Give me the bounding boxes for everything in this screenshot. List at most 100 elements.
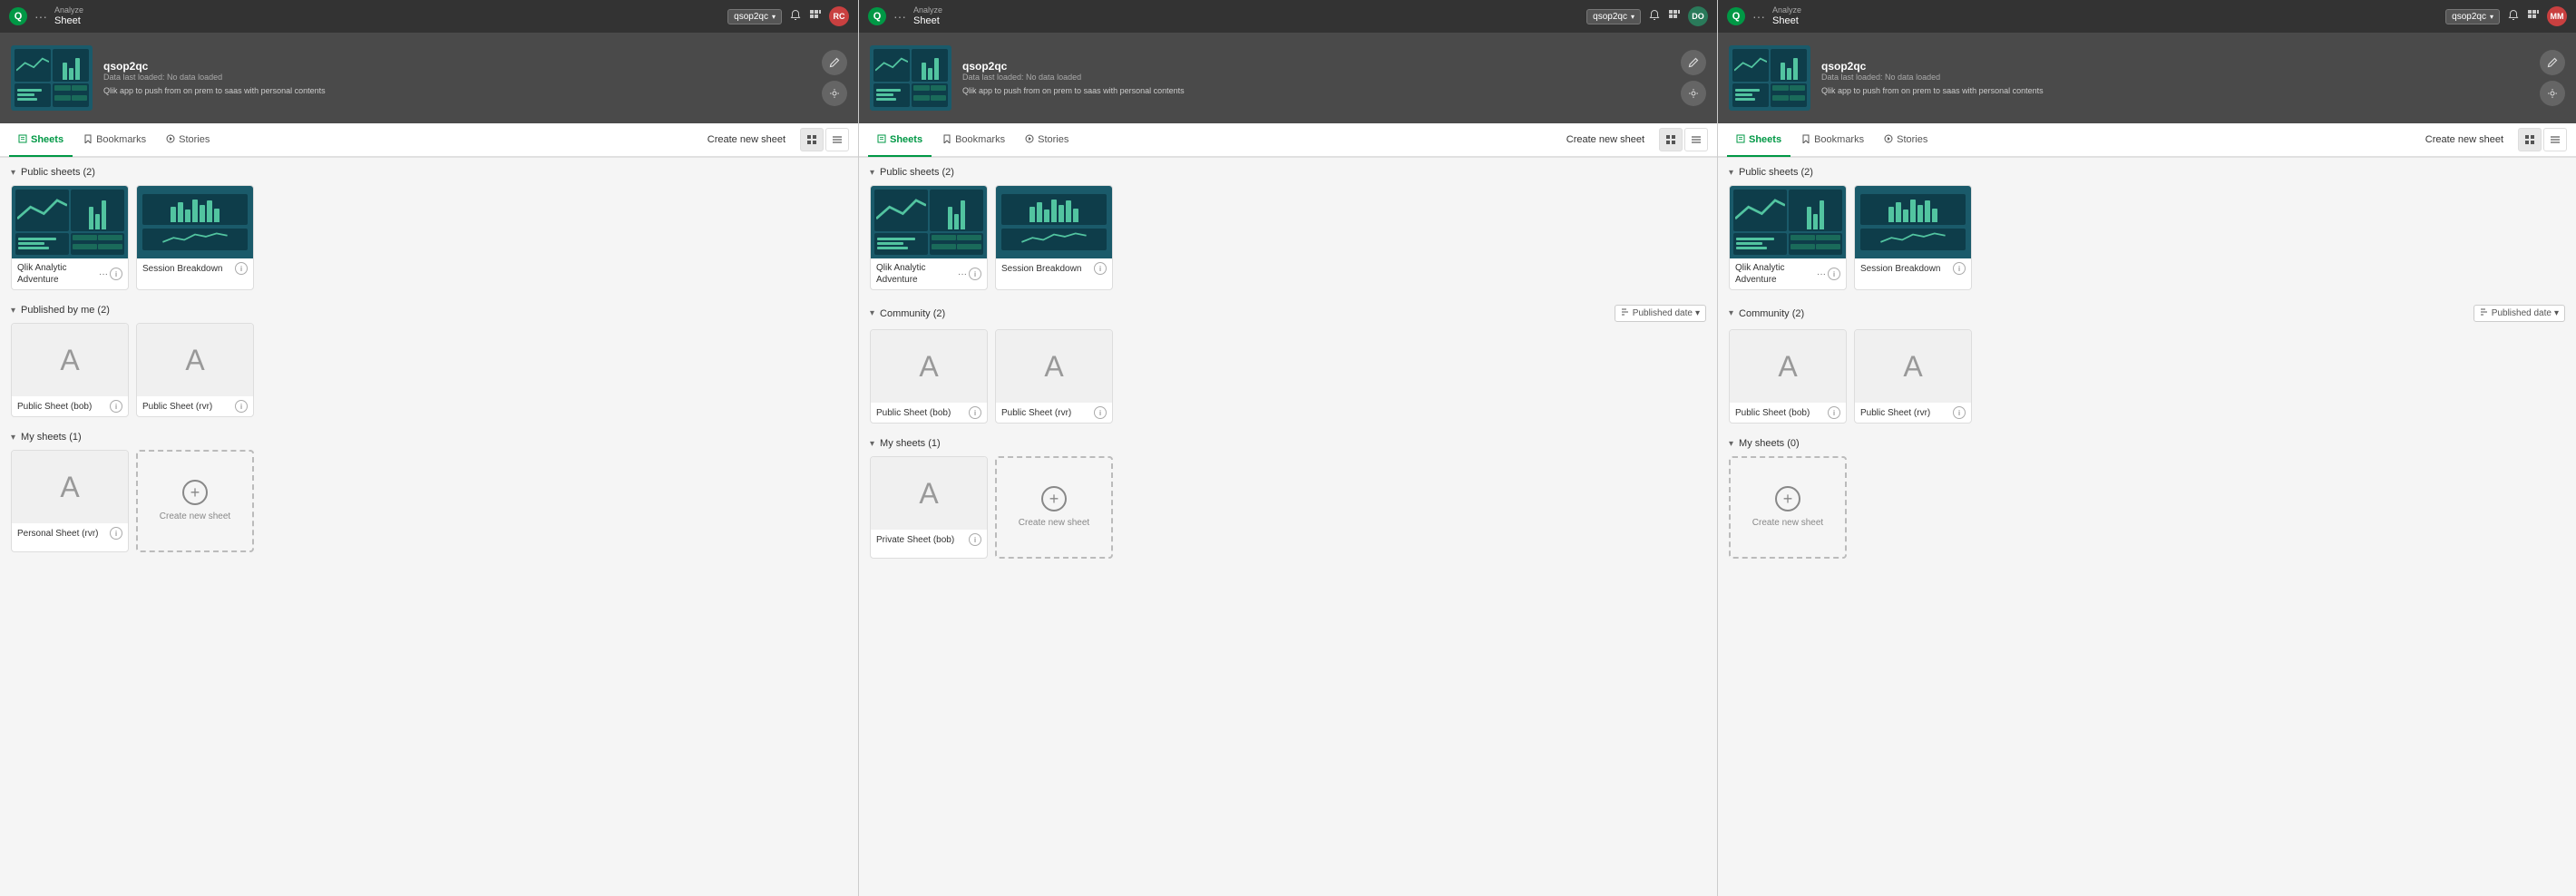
card-info-button[interactable]: i <box>110 527 122 540</box>
card-info-button[interactable]: i <box>1094 406 1107 419</box>
grid-view-button[interactable] <box>2518 128 2542 151</box>
section-toggle-icon[interactable]: ▾ <box>11 306 15 316</box>
card-info-button[interactable]: i <box>1953 262 1966 275</box>
sort-button[interactable]: Published date▾ <box>2474 305 2565 322</box>
create-new-sheet-card[interactable]: +Create new sheet <box>1729 456 1847 559</box>
grid-icon[interactable] <box>1668 9 1681 24</box>
grid-view-button[interactable] <box>1659 128 1683 151</box>
tab-stories[interactable]: Stories <box>1016 124 1078 157</box>
sheet-card[interactable]: Qlik Analytic Adventure···i <box>870 185 988 290</box>
header: Q···AnalyzeSheetqsop2qc▾DO <box>859 0 1717 33</box>
card-info-button[interactable]: i <box>110 268 122 280</box>
settings-button[interactable] <box>1681 81 1706 106</box>
header-more-dots[interactable]: ··· <box>1752 9 1765 24</box>
tab-sheets[interactable]: Sheets <box>1727 124 1791 157</box>
settings-button[interactable] <box>2540 81 2565 106</box>
list-view-button[interactable] <box>825 128 849 151</box>
tab-bookmarks[interactable]: Bookmarks <box>74 124 155 157</box>
sheet-card[interactable]: Qlik Analytic Adventure···i <box>11 185 129 290</box>
app-info-bar: qsop2qcData last loaded: No data loadedQ… <box>859 33 1717 123</box>
list-view-button[interactable] <box>1684 128 1708 151</box>
list-view-button[interactable] <box>2543 128 2567 151</box>
section-toggle-icon[interactable]: ▾ <box>1729 168 1733 178</box>
card-info-button[interactable]: i <box>110 400 122 413</box>
sheet-card[interactable]: APublic Sheet (rvr)i <box>136 323 254 417</box>
sheet-card[interactable]: APublic Sheet (bob)i <box>870 329 988 424</box>
bell-icon[interactable] <box>789 9 802 24</box>
create-new-sheet-button[interactable]: Create new sheet <box>1559 131 1652 149</box>
bookmarks-tab-icon <box>942 134 951 146</box>
card-info-button[interactable]: i <box>235 400 248 413</box>
header-more-dots[interactable]: ··· <box>893 9 906 24</box>
card-info-button[interactable]: i <box>969 406 981 419</box>
qlik-logo[interactable]: Q <box>1727 7 1745 25</box>
avatar[interactable]: MM <box>2547 6 2567 26</box>
section-toggle-icon[interactable]: ▾ <box>11 168 15 178</box>
section-toggle-icon[interactable]: ▾ <box>1729 439 1733 449</box>
sheet-card[interactable]: APublic Sheet (rvr)i <box>1854 329 1972 424</box>
sheet-card[interactable]: APublic Sheet (rvr)i <box>995 329 1113 424</box>
edit-button[interactable] <box>1681 50 1706 75</box>
tabs-bar: SheetsBookmarksStories Create new sheet <box>859 123 1717 158</box>
section-toggle-icon[interactable]: ▾ <box>870 439 874 449</box>
tab-stories[interactable]: Stories <box>1875 124 1937 157</box>
grid-icon[interactable] <box>2527 9 2540 24</box>
card-info-button[interactable]: i <box>969 268 981 280</box>
sheet-card[interactable]: APrivate Sheet (bob)i <box>870 456 988 559</box>
sheet-card[interactable]: Session Breakdowni <box>995 185 1113 290</box>
card-more-button[interactable]: ··· <box>1815 269 1828 279</box>
sheet-card[interactable]: APersonal Sheet (rvr)i <box>11 450 129 552</box>
grid-view-button[interactable] <box>800 128 824 151</box>
sheet-card[interactable]: Session Breakdowni <box>1854 185 1972 290</box>
qlik-logo[interactable]: Q <box>9 7 27 25</box>
card-info-button[interactable]: i <box>1828 268 1840 280</box>
create-new-sheet-card[interactable]: +Create new sheet <box>995 456 1113 559</box>
card-info-button[interactable]: i <box>1094 262 1107 275</box>
app-name: qsop2qc <box>1821 60 2529 73</box>
sheet-card[interactable]: APublic Sheet (bob)i <box>11 323 129 417</box>
section-toggle-icon[interactable]: ▾ <box>870 168 874 178</box>
create-new-sheet-button[interactable]: Create new sheet <box>2418 131 2511 149</box>
create-new-sheet-button[interactable]: Create new sheet <box>700 131 793 149</box>
section-toggle-icon[interactable]: ▾ <box>1729 308 1733 318</box>
header-icons: RC <box>789 6 849 26</box>
section-toggle-icon[interactable]: ▾ <box>870 308 874 318</box>
header-logo-area: Q ··· <box>9 7 47 25</box>
card-info-button[interactable]: i <box>235 262 248 275</box>
app-selector[interactable]: qsop2qc▾ <box>1586 9 1641 24</box>
tab-stories[interactable]: Stories <box>157 124 219 157</box>
edit-button[interactable] <box>2540 50 2565 75</box>
card-info-button[interactable]: i <box>1953 406 1966 419</box>
sheet-card[interactable]: Qlik Analytic Adventure···i <box>1729 185 1847 290</box>
settings-button[interactable] <box>822 81 847 106</box>
app-thumbnail[interactable] <box>11 45 93 111</box>
avatar[interactable]: DO <box>1688 6 1708 26</box>
sheet-card[interactable]: Session Breakdowni <box>136 185 254 290</box>
app-selector[interactable]: qsop2qc▾ <box>2445 9 2500 24</box>
sheet-card[interactable]: APublic Sheet (bob)i <box>1729 329 1847 424</box>
grid-icon[interactable] <box>809 9 822 24</box>
card-info-button[interactable]: i <box>969 533 981 546</box>
tab-sheets[interactable]: Sheets <box>868 124 932 157</box>
card-more-button[interactable]: ··· <box>956 269 969 279</box>
create-new-sheet-card[interactable]: +Create new sheet <box>136 450 254 552</box>
tab-bookmarks[interactable]: Bookmarks <box>933 124 1014 157</box>
qlik-logo[interactable]: Q <box>868 7 886 25</box>
app-thumbnail[interactable] <box>1729 45 1810 111</box>
app-selector[interactable]: qsop2qc▾ <box>727 9 782 24</box>
sort-button[interactable]: Published date▾ <box>1615 305 1706 322</box>
card-more-button[interactable]: ··· <box>97 269 110 279</box>
card-footer: Session Breakdowni <box>137 258 253 278</box>
section-toggle-icon[interactable]: ▾ <box>11 433 15 443</box>
tab-sheets[interactable]: Sheets <box>9 124 73 157</box>
tab-bookmarks[interactable]: Bookmarks <box>1792 124 1873 157</box>
card-footer: Session Breakdowni <box>1855 258 1971 278</box>
app-thumbnail[interactable] <box>870 45 951 111</box>
card-info-button[interactable]: i <box>1828 406 1840 419</box>
card-title: Session Breakdown <box>142 263 235 275</box>
avatar[interactable]: RC <box>829 6 849 26</box>
edit-button[interactable] <box>822 50 847 75</box>
bell-icon[interactable] <box>2507 9 2520 24</box>
bell-icon[interactable] <box>1648 9 1661 24</box>
header-more-dots[interactable]: ··· <box>34 9 47 24</box>
